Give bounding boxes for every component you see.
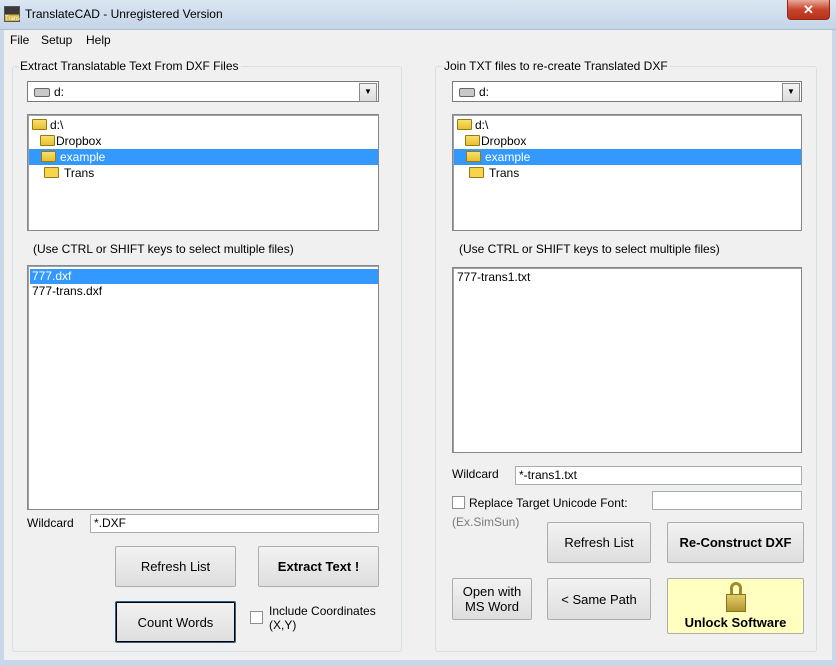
unlock-software-button[interactable]: Unlock Software bbox=[667, 578, 804, 634]
list-item[interactable]: 777-trans1.txt bbox=[455, 270, 532, 285]
left-refresh-list-button[interactable]: Refresh List bbox=[115, 546, 236, 587]
replace-font-input[interactable] bbox=[652, 491, 802, 510]
left-tree-item-root[interactable]: d:\ bbox=[50, 117, 63, 133]
folder-icon bbox=[469, 167, 484, 178]
left-file-list[interactable]: 777.dxf 777-trans.dxf bbox=[27, 265, 379, 510]
drive-icon bbox=[459, 88, 475, 97]
chevron-down-icon[interactable]: ▼ bbox=[359, 83, 377, 102]
right-file-list[interactable]: 777-trans1.txt bbox=[452, 267, 802, 453]
list-item[interactable]: 777.dxf bbox=[30, 269, 378, 284]
left-drive-value: d: bbox=[54, 85, 65, 99]
window-title: TranslateCAD - Unregistered Version bbox=[25, 7, 223, 21]
folder-open-icon bbox=[40, 135, 55, 146]
join-group-title: Join TXT files to re-create Translated D… bbox=[442, 59, 670, 73]
left-tree-item-trans[interactable]: Trans bbox=[64, 165, 94, 181]
unlock-software-label: Unlock Software bbox=[684, 615, 787, 630]
menu-setup[interactable]: Setup bbox=[41, 33, 72, 47]
menu-file[interactable]: File bbox=[10, 33, 29, 47]
right-wildcard-label: Wildcard bbox=[452, 467, 499, 481]
folder-open-icon bbox=[466, 151, 481, 162]
app-icon: Trans bbox=[4, 6, 20, 22]
left-tree-item-example-row[interactable]: example bbox=[29, 149, 378, 165]
chevron-down-icon[interactable]: ▼ bbox=[782, 83, 800, 102]
right-drive-value: d: bbox=[479, 85, 490, 99]
same-path-button[interactable]: < Same Path bbox=[547, 578, 651, 620]
app-icon-text: Trans bbox=[5, 16, 21, 22]
close-icon[interactable]: ✕ bbox=[787, 0, 830, 20]
lock-icon bbox=[725, 582, 746, 612]
right-refresh-list-button[interactable]: Refresh List bbox=[547, 522, 651, 563]
right-multiselect-hint: (Use CTRL or SHIFT keys to select multip… bbox=[459, 242, 720, 256]
folder-open-icon bbox=[457, 119, 472, 130]
menu-bar: File Setup Help bbox=[4, 30, 832, 50]
right-tree-item-example: example bbox=[485, 150, 531, 164]
right-tree-item-example-row[interactable]: example bbox=[454, 149, 801, 165]
left-multiselect-hint: (Use CTRL or SHIFT keys to select multip… bbox=[33, 242, 294, 256]
open-ms-word-line2: MS Word bbox=[465, 599, 519, 614]
open-ms-word-button[interactable]: Open with MS Word bbox=[452, 578, 532, 620]
folder-open-icon bbox=[465, 135, 480, 146]
replace-font-label: Replace Target Unicode Font: bbox=[469, 496, 628, 510]
right-folder-tree[interactable]: d:\ Dropbox example Trans bbox=[452, 114, 802, 231]
left-tree-item-dropbox[interactable]: Dropbox bbox=[56, 133, 101, 149]
reconstruct-dxf-button[interactable]: Re-Construct DXF bbox=[667, 522, 804, 563]
right-wildcard-input[interactable]: *-trans1.txt bbox=[515, 466, 802, 485]
open-ms-word-line1: Open with bbox=[462, 584, 522, 599]
font-example-hint: (Ex.SimSun) bbox=[452, 515, 520, 529]
list-item[interactable]: 777-trans.dxf bbox=[30, 284, 104, 299]
left-drive-select[interactable]: d: ▼ bbox=[27, 81, 379, 102]
folder-open-icon bbox=[32, 119, 47, 130]
folder-open-icon bbox=[41, 151, 56, 162]
replace-font-checkbox[interactable] bbox=[452, 496, 465, 509]
left-wildcard-label: Wildcard bbox=[27, 516, 74, 530]
left-tree-item-example: example bbox=[60, 150, 106, 164]
window-bottom-edge bbox=[0, 660, 836, 666]
right-tree-item-root[interactable]: d:\ bbox=[475, 117, 488, 133]
left-wildcard-input[interactable]: *.DXF bbox=[90, 514, 379, 533]
left-folder-tree[interactable]: d:\ Dropbox example Trans bbox=[27, 114, 379, 231]
right-drive-select[interactable]: d: ▼ bbox=[452, 81, 802, 102]
folder-icon bbox=[44, 167, 59, 178]
drive-icon bbox=[34, 88, 50, 97]
menu-help[interactable]: Help bbox=[86, 33, 111, 47]
extract-group-title: Extract Translatable Text From DXF Files bbox=[18, 59, 241, 73]
extract-text-button[interactable]: Extract Text ! bbox=[258, 546, 379, 587]
right-tree-item-trans[interactable]: Trans bbox=[489, 165, 519, 181]
include-coordinates-checkbox[interactable] bbox=[250, 611, 263, 624]
right-tree-item-dropbox[interactable]: Dropbox bbox=[481, 133, 526, 149]
include-coordinates-label-line2: (X,Y) bbox=[269, 618, 297, 632]
include-coordinates-label-line1: Include Coordinates bbox=[269, 604, 376, 618]
count-words-button[interactable]: Count Words bbox=[115, 601, 236, 643]
